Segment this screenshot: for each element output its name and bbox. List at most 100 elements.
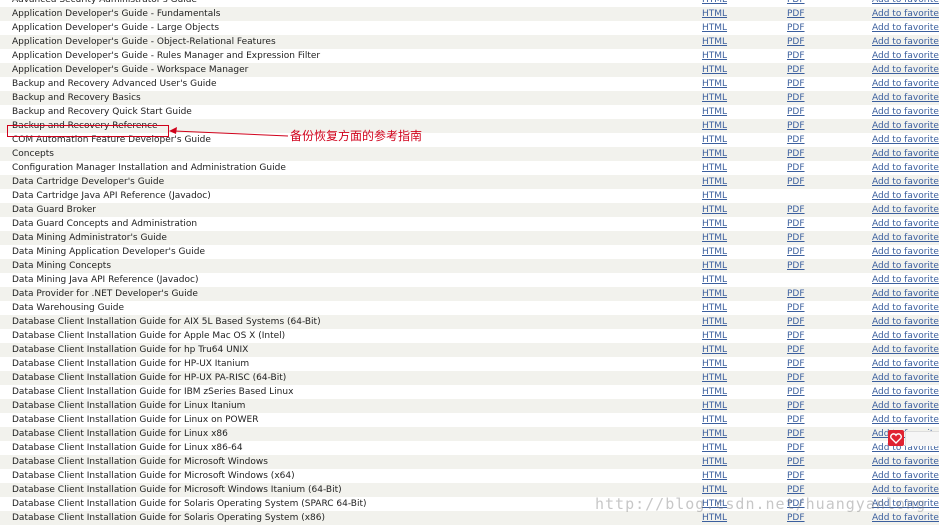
html-link[interactable]: HTML xyxy=(702,483,727,497)
pdf-link[interactable]: PDF xyxy=(787,413,805,427)
html-link[interactable]: HTML xyxy=(702,21,727,35)
add-to-favorites-link[interactable]: Add to favorites xyxy=(872,77,939,91)
pdf-link[interactable]: PDF xyxy=(787,301,805,315)
html-link[interactable]: HTML xyxy=(702,497,727,511)
pdf-link[interactable]: PDF xyxy=(787,161,805,175)
pdf-link[interactable]: PDF xyxy=(787,441,805,455)
html-link[interactable]: HTML xyxy=(702,189,727,203)
html-link[interactable]: HTML xyxy=(702,399,727,413)
html-link[interactable]: HTML xyxy=(702,511,727,525)
html-link[interactable]: HTML xyxy=(702,0,727,7)
pdf-link[interactable]: PDF xyxy=(787,497,805,511)
html-link[interactable]: HTML xyxy=(702,259,727,273)
pdf-link[interactable]: PDF xyxy=(787,259,805,273)
add-to-favorites-link[interactable]: Add to favorites xyxy=(872,91,939,105)
html-link[interactable]: HTML xyxy=(702,427,727,441)
pdf-link[interactable]: PDF xyxy=(787,343,805,357)
html-link[interactable]: HTML xyxy=(702,441,727,455)
html-link[interactable]: HTML xyxy=(702,77,727,91)
html-link[interactable]: HTML xyxy=(702,469,727,483)
add-to-favorites-link[interactable]: Add to favorites xyxy=(872,259,939,273)
html-link[interactable]: HTML xyxy=(702,231,727,245)
html-link[interactable]: HTML xyxy=(702,49,727,63)
add-to-favorites-link[interactable]: Add to favorites xyxy=(872,469,939,483)
add-to-favorites-link[interactable]: Add to favorites xyxy=(872,119,939,133)
html-link[interactable]: HTML xyxy=(702,413,727,427)
add-to-favorites-link[interactable]: Add to favorites xyxy=(872,273,939,287)
add-to-favorites-link[interactable]: Add to favorites xyxy=(872,7,939,21)
pdf-link[interactable]: PDF xyxy=(787,0,805,7)
pdf-link[interactable]: PDF xyxy=(787,63,805,77)
html-link[interactable]: HTML xyxy=(702,175,727,189)
pdf-link[interactable]: PDF xyxy=(787,287,805,301)
add-to-favorites-link[interactable]: Add to favorites xyxy=(872,315,939,329)
html-link[interactable]: HTML xyxy=(702,7,727,21)
pdf-link[interactable]: PDF xyxy=(787,511,805,525)
pdf-link[interactable]: PDF xyxy=(787,427,805,441)
pdf-link[interactable]: PDF xyxy=(787,147,805,161)
add-to-favorites-link[interactable]: Add to favorites xyxy=(872,455,939,469)
add-to-favorites-link[interactable]: Add to favorites xyxy=(872,413,939,427)
html-link[interactable]: HTML xyxy=(702,35,727,49)
html-link[interactable]: HTML xyxy=(702,385,727,399)
html-link[interactable]: HTML xyxy=(702,63,727,77)
add-to-favorites-link[interactable]: Add to favorites xyxy=(872,301,939,315)
html-link[interactable]: HTML xyxy=(702,371,727,385)
pdf-link[interactable]: PDF xyxy=(787,385,805,399)
html-link[interactable]: HTML xyxy=(702,245,727,259)
add-to-favorites-link[interactable]: Add to favorites xyxy=(872,231,939,245)
html-link[interactable]: HTML xyxy=(702,301,727,315)
add-to-favorites-link[interactable]: Add to favorites xyxy=(872,49,939,63)
html-link[interactable]: HTML xyxy=(702,147,727,161)
pdf-link[interactable]: PDF xyxy=(787,35,805,49)
html-link[interactable]: HTML xyxy=(702,119,727,133)
add-to-favorites-link[interactable]: Add to favorites xyxy=(872,147,939,161)
add-to-favorites-link[interactable]: Add to favorites xyxy=(872,217,939,231)
pdf-link[interactable]: PDF xyxy=(787,455,805,469)
html-link[interactable]: HTML xyxy=(702,105,727,119)
add-to-favorites-link[interactable]: Add to favorites xyxy=(872,483,939,497)
pdf-link[interactable]: PDF xyxy=(787,7,805,21)
add-to-favorites-link[interactable]: Add to favorites xyxy=(872,385,939,399)
pdf-link[interactable]: PDF xyxy=(787,133,805,147)
html-link[interactable]: HTML xyxy=(702,203,727,217)
html-link[interactable]: HTML xyxy=(702,133,727,147)
add-to-favorites-link[interactable]: Add to favorites xyxy=(872,161,939,175)
add-to-favorites-link[interactable]: Add to favorites xyxy=(872,63,939,77)
add-to-favorites-link[interactable]: Add to favorites xyxy=(872,21,939,35)
add-to-favorites-link[interactable]: Add to favorites xyxy=(872,399,939,413)
pdf-link[interactable]: PDF xyxy=(787,399,805,413)
add-to-favorites-link[interactable]: Add to favorites xyxy=(872,287,939,301)
pdf-link[interactable]: PDF xyxy=(787,245,805,259)
add-to-favorites-link[interactable]: Add to favorites xyxy=(872,497,939,511)
add-to-favorites-link[interactable]: Add to favorites xyxy=(872,203,939,217)
pdf-link[interactable]: PDF xyxy=(787,315,805,329)
add-to-favorites-link[interactable]: Add to favorites xyxy=(872,133,939,147)
add-to-favorites-link[interactable]: Add to favorites xyxy=(872,245,939,259)
html-link[interactable]: HTML xyxy=(702,161,727,175)
pdf-link[interactable]: PDF xyxy=(787,231,805,245)
pdf-link[interactable]: PDF xyxy=(787,49,805,63)
heart-icon[interactable] xyxy=(888,430,904,446)
html-link[interactable]: HTML xyxy=(702,357,727,371)
html-link[interactable]: HTML xyxy=(702,217,727,231)
add-to-favorites-link[interactable]: Add to favorites xyxy=(872,0,939,7)
pdf-link[interactable]: PDF xyxy=(787,21,805,35)
add-to-favorites-link[interactable]: Add to favorites xyxy=(872,357,939,371)
pdf-link[interactable]: PDF xyxy=(787,217,805,231)
html-link[interactable]: HTML xyxy=(702,91,727,105)
pdf-link[interactable]: PDF xyxy=(787,175,805,189)
pdf-link[interactable]: PDF xyxy=(787,119,805,133)
pdf-link[interactable]: PDF xyxy=(787,329,805,343)
html-link[interactable]: HTML xyxy=(702,455,727,469)
html-link[interactable]: HTML xyxy=(702,343,727,357)
pdf-link[interactable]: PDF xyxy=(787,483,805,497)
html-link[interactable]: HTML xyxy=(702,315,727,329)
add-to-favorites-link[interactable]: Add to favorites xyxy=(872,329,939,343)
pdf-link[interactable]: PDF xyxy=(787,357,805,371)
add-to-favorites-link[interactable]: Add to favorites xyxy=(872,105,939,119)
add-to-favorites-link[interactable]: Add to favorites xyxy=(872,175,939,189)
html-link[interactable]: HTML xyxy=(702,329,727,343)
pdf-link[interactable]: PDF xyxy=(787,203,805,217)
add-to-favorites-link[interactable]: Add to favorites xyxy=(872,511,939,525)
